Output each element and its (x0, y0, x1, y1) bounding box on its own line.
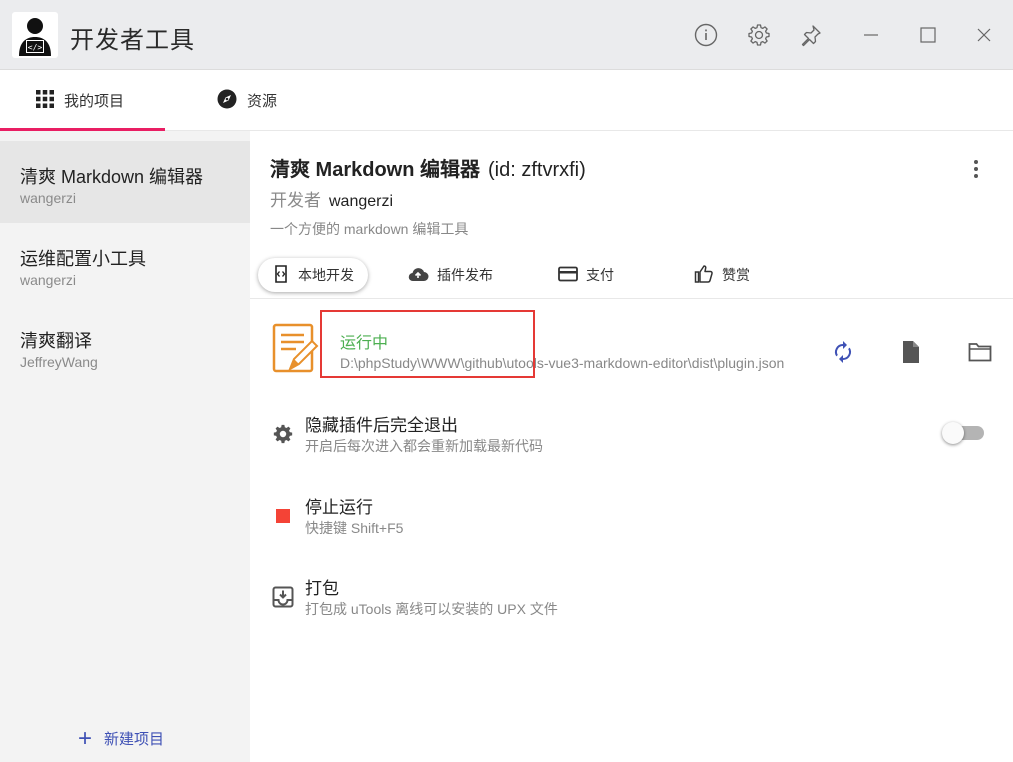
reload-icon[interactable] (830, 339, 856, 365)
subtab-publish[interactable]: 插件发布 (393, 258, 507, 292)
developer-name: wangerzi (329, 193, 394, 210)
developer-label: 开发者 (270, 191, 321, 210)
folder-icon[interactable] (967, 339, 993, 365)
project-sidebar: 清爽 Markdown 编辑器 wangerzi 运维配置小工具 wangerz… (0, 131, 250, 762)
option-stop-run[interactable]: 停止运行 快捷键 Shift+F5 (250, 491, 1013, 561)
project-list-item[interactable]: 运维配置小工具 wangerzi (0, 223, 250, 305)
option-subtitle: 开启后每次进入都会重新加载最新代码 (305, 438, 543, 454)
hide-exit-toggle[interactable] (942, 421, 990, 445)
project-author: wangerzi (20, 272, 77, 288)
new-project-label: 新建项目 (104, 731, 165, 748)
project-title-name: 清爽 Markdown 编辑器 (270, 159, 481, 181)
title-bar: </> 开发者工具 (0, 0, 1013, 70)
maximize-icon[interactable] (915, 22, 941, 48)
info-icon[interactable] (693, 22, 719, 48)
tab-my-projects-label: 我的项目 (64, 93, 125, 110)
option-pack[interactable]: 打包 打包成 uTools 离线可以安装的 UPX 文件 (250, 572, 1013, 642)
project-detail-panel: 清爽 Markdown 编辑器 (id: zftvrxfi) 开发者 wangerz… (250, 131, 1013, 762)
file-icon[interactable] (898, 339, 924, 365)
minimize-icon[interactable] (858, 22, 884, 48)
subtab-label: 插件发布 (437, 267, 493, 283)
subtab-label: 赞赏 (722, 267, 750, 283)
new-project-button[interactable]: + 新建项目 (78, 724, 165, 752)
option-title: 停止运行 (305, 498, 373, 517)
option-subtitle: 打包成 uTools 离线可以安装的 UPX 文件 (305, 601, 558, 617)
option-hide-exit: 隐藏插件后完全退出 开启后每次进入都会重新加载最新代码 (250, 409, 1013, 479)
project-list-item[interactable]: 清爽 Markdown 编辑器 wangerzi (0, 141, 250, 223)
subtab-label: 本地开发 (298, 267, 354, 283)
project-subtabs: 本地开发 插件发布 支付 赞赏 (250, 254, 1013, 299)
project-name: 运维配置小工具 (20, 249, 146, 269)
developer-avatar-icon: </> (12, 12, 58, 58)
edit-document-icon (270, 321, 320, 380)
run-status-block: 运行中 D:\phpStudy\WWW\github\utools-vue3-m… (250, 307, 1013, 397)
option-title: 打包 (305, 579, 339, 598)
tab-my-projects[interactable]: 我的项目 (36, 70, 124, 131)
code-icon (272, 264, 290, 286)
archive-download-icon (270, 584, 296, 610)
option-subtitle: 快捷键 Shift+F5 (305, 520, 404, 536)
project-list-item[interactable]: 清爽翻译 JeffreyWang (0, 305, 250, 387)
main-tabs: 我的项目 资源 (0, 70, 1013, 131)
svg-text:</>: </> (28, 43, 43, 52)
project-description: 一个方便的 markdown 编辑工具 (270, 221, 469, 237)
option-title: 隐藏插件后完全退出 (305, 416, 458, 435)
subtab-local-dev[interactable]: 本地开发 (258, 258, 368, 292)
project-author: wangerzi (20, 190, 77, 206)
subtab-appreciate[interactable]: 赞赏 (680, 258, 764, 292)
stop-icon (270, 503, 296, 529)
tab-resources-label: 资源 (247, 93, 278, 110)
settings-gear-icon[interactable] (746, 22, 772, 48)
compass-icon (217, 89, 237, 113)
subtab-label: 支付 (586, 267, 614, 283)
project-id: (id: zftvrxfi) (488, 159, 586, 181)
plus-icon: + (78, 724, 93, 752)
tab-resources[interactable]: 资源 (217, 70, 277, 131)
cloud-upload-icon (407, 266, 429, 285)
grid-icon (36, 89, 54, 112)
app-title: 开发者工具 (70, 27, 195, 54)
close-icon[interactable] (971, 22, 997, 48)
highlight-annotation-box (320, 310, 535, 378)
gear-icon (270, 421, 296, 447)
project-name: 清爽翻译 (20, 331, 92, 351)
developer-row: 开发者 wangerzi (270, 186, 393, 211)
project-title: 清爽 Markdown 编辑器 (id: zftvrxfi) (270, 153, 586, 182)
project-author: JeffreyWang (20, 354, 98, 370)
credit-card-icon (558, 266, 578, 285)
more-options-icon[interactable] (966, 155, 986, 183)
subtab-payment[interactable]: 支付 (544, 258, 628, 292)
toggle-thumb (942, 422, 964, 444)
pin-icon[interactable] (798, 22, 824, 48)
project-name: 清爽 Markdown 编辑器 (20, 167, 204, 187)
thumbs-up-icon (694, 264, 714, 287)
